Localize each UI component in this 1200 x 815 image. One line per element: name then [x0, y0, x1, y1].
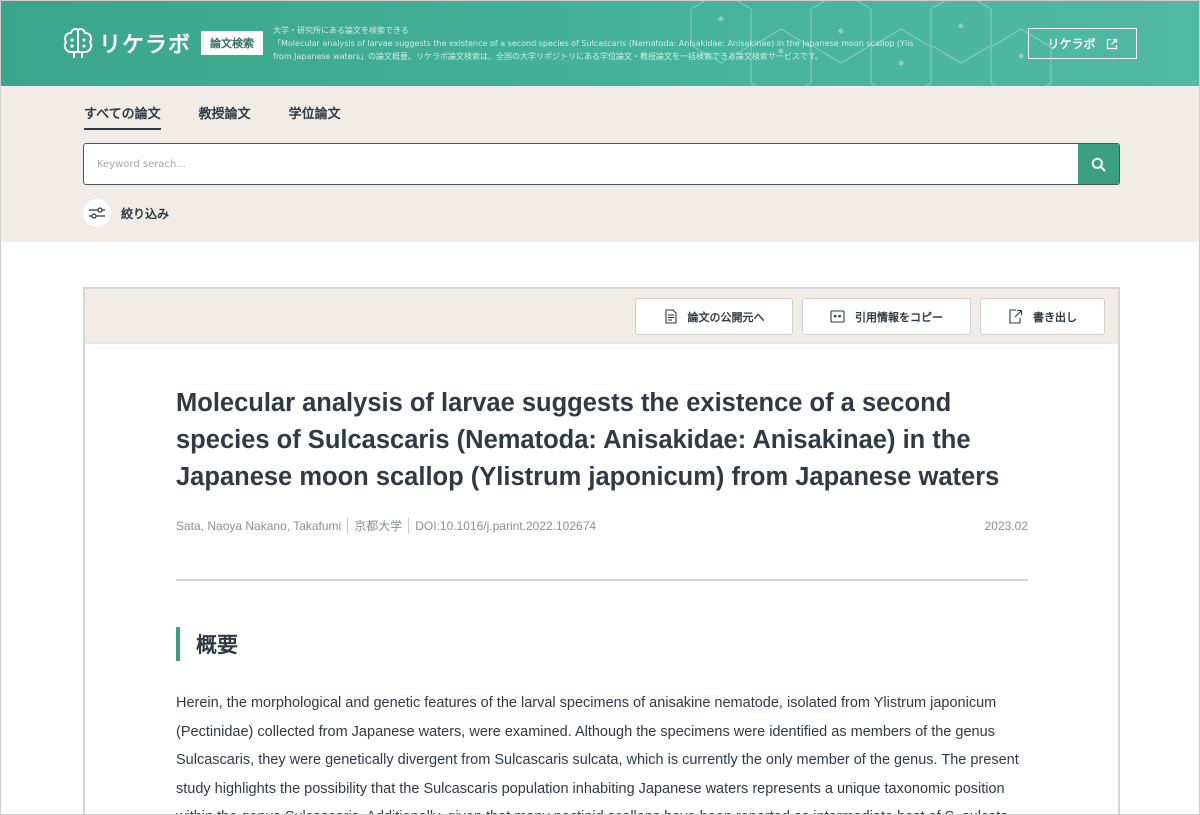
search-button[interactable]: [1078, 144, 1119, 184]
paper-title: Molecular analysis of larvae suggests th…: [176, 389, 1000, 491]
search-bar: [83, 143, 1120, 185]
meta-separator: [347, 517, 349, 534]
tab-degree-papers[interactable]: 学位論文: [289, 103, 341, 130]
tab-all-papers[interactable]: すべての論文: [84, 103, 161, 130]
export-icon: [1009, 309, 1023, 324]
copy-citation-button[interactable]: 引用情報をコピー: [802, 298, 971, 335]
paper-doi: DOI:10.1016/j.parint.2022.102674: [415, 518, 597, 533]
brain-logo-icon: [63, 28, 93, 58]
external-link-icon: [1106, 38, 1117, 49]
tab-professor-papers[interactable]: 教授論文: [199, 103, 251, 130]
abstract-heading: 概要: [176, 627, 238, 661]
header-description-line: 「Molecular analysis of larvae suggests t…: [273, 39, 913, 48]
site-header: リケラボ 論文検索 大学・研究所にある論文を検索できる 「Molecular a…: [1, 1, 1199, 86]
export-button[interactable]: 書き出し: [980, 298, 1105, 335]
paper-meta: Sata, Naoya Nakano, Takafumi 京都大学 DOI:10…: [176, 517, 1028, 534]
export-label: 書き出し: [1033, 310, 1077, 324]
search-icon: [1091, 157, 1106, 171]
page-frame: リケラボ 論文検索 大学・研究所にある論文を検索できる 「Molecular a…: [0, 0, 1200, 815]
filter-sliders-icon: [83, 199, 111, 227]
rikelab-link-button[interactable]: リケラボ: [1028, 28, 1137, 59]
search-input[interactable]: [84, 144, 1078, 184]
document-icon: [664, 309, 677, 324]
paper-university: 京都大学: [354, 519, 403, 533]
header-description-line: from Japanese waters」の論文概要。リケラボ論文検索は、全国の…: [273, 52, 824, 61]
logo-badge: 論文検索: [201, 31, 264, 55]
header-description: 大学・研究所にある論文を検索できる 「Molecular analysis of…: [273, 24, 913, 63]
rikelab-link-label: リケラボ: [1047, 37, 1096, 51]
paper-type-tabs: すべての論文 教授論文 学位論文: [84, 103, 341, 130]
open-source-label: 論文の公開元へ: [687, 310, 765, 324]
paper-date: 2023.02: [984, 518, 1028, 533]
header-description-line: 大学・研究所にある論文を検索できる: [273, 26, 409, 35]
filter-toggle[interactable]: 絞り込み: [83, 199, 169, 227]
meta-separator: [408, 517, 410, 534]
search-area: すべての論文 教授論文 学位論文 Keyword serach... 絞り込み: [1, 86, 1199, 242]
site-logo[interactable]: リケラボ 論文検索: [63, 25, 264, 61]
logo-text: リケラボ: [99, 33, 192, 58]
content-divider: [176, 579, 1028, 581]
quote-icon: [830, 310, 845, 323]
paper-authors: Sata, Naoya Nakano, Takafumi: [176, 518, 342, 533]
open-source-button[interactable]: 論文の公開元へ: [635, 298, 793, 335]
paper-card: 論文の公開元へ 引用情報をコピー 書き出し Molecular analysis…: [83, 287, 1120, 814]
abstract-text: Herein, the morphological and genetic fe…: [176, 695, 1019, 814]
copy-citation-label: 引用情報をコピー: [855, 310, 943, 324]
paper-toolbar: 論文の公開元へ 引用情報をコピー 書き出し: [85, 289, 1118, 344]
filter-label: 絞り込み: [121, 206, 170, 221]
